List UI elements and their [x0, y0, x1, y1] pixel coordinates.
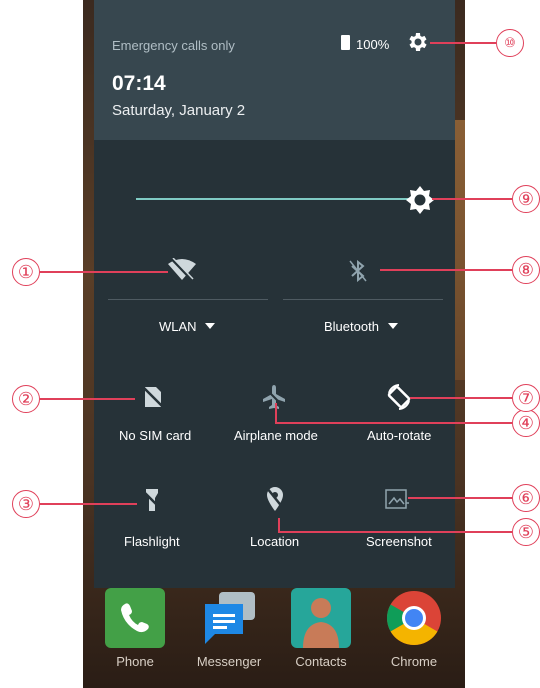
callout-9-line [432, 198, 512, 200]
callout-3: ③ [12, 490, 40, 518]
chrome-app-label[interactable]: Chrome [374, 654, 454, 669]
home-dock: Phone Messenger Contacts Chrome [83, 588, 465, 688]
callout-6-line [408, 497, 512, 499]
clock-date: Saturday, January 2 [112, 102, 246, 119]
messenger-app-icon[interactable] [199, 588, 259, 648]
wlan-divider [108, 299, 268, 300]
callout-10: ⑩ [496, 29, 524, 57]
callout-8-line [380, 269, 512, 271]
wlan-chevron-down-icon[interactable] [204, 322, 216, 330]
phone-screen: Emergency calls only 100% 07:14 Saturday… [83, 0, 465, 688]
callout-2: ② [12, 385, 40, 413]
quick-settings-panel: WLAN Bluetooth No SIM card Airplane mode… [94, 140, 455, 588]
callout-1: ① [12, 258, 40, 286]
airplane-mode-icon[interactable] [261, 384, 287, 410]
chrome-app-icon[interactable] [384, 588, 444, 648]
bluetooth-label[interactable]: Bluetooth [324, 319, 379, 334]
callout-7-line [410, 397, 512, 399]
brightness-slider[interactable] [136, 198, 420, 200]
callout-10-line [430, 42, 496, 44]
callout-6: ⑥ [512, 484, 540, 512]
screenshot-label[interactable]: Screenshot [366, 534, 432, 549]
callout-9: ⑨ [512, 185, 540, 213]
phone-app-label[interactable]: Phone [95, 654, 175, 669]
contacts-app-icon[interactable] [291, 588, 351, 648]
callout-2-line [40, 398, 135, 400]
battery-icon [341, 35, 350, 50]
no-sim-label[interactable]: No SIM card [119, 428, 191, 443]
callout-1-line [40, 271, 168, 273]
flashlight-label[interactable]: Flashlight [124, 534, 180, 549]
callout-4-vline [275, 403, 277, 423]
callout-8: ⑧ [512, 256, 540, 284]
wlan-off-icon[interactable] [167, 258, 197, 282]
flashlight-off-icon[interactable] [144, 488, 160, 512]
brightness-thumb-icon[interactable] [405, 185, 435, 215]
notification-header: Emergency calls only 100% 07:14 Saturday… [94, 0, 455, 140]
carrier-text: Emergency calls only [112, 38, 235, 53]
callout-5: ⑤ [512, 518, 540, 546]
auto-rotate-label[interactable]: Auto-rotate [367, 428, 431, 443]
wlan-label[interactable]: WLAN [159, 319, 197, 334]
screenshot-icon[interactable] [384, 487, 410, 511]
bluetooth-off-icon[interactable] [349, 260, 367, 282]
callout-4: ④ [512, 409, 540, 437]
bluetooth-chevron-down-icon[interactable] [387, 322, 399, 330]
battery-percent: 100% [356, 37, 390, 52]
airplane-mode-label[interactable]: Airplane mode [234, 428, 318, 443]
messenger-app-label[interactable]: Messenger [189, 654, 269, 669]
contacts-app-label[interactable]: Contacts [281, 654, 361, 669]
location-label[interactable]: Location [250, 534, 299, 549]
clock-time: 07:14 [112, 72, 166, 95]
callout-4-line [275, 422, 512, 424]
callout-3-line [40, 503, 137, 505]
location-off-icon[interactable] [266, 486, 284, 512]
phone-app-icon[interactable] [105, 588, 165, 648]
settings-gear-icon[interactable] [406, 30, 430, 54]
callout-7: ⑦ [512, 384, 540, 412]
bluetooth-divider [283, 299, 443, 300]
callout-5-line [278, 531, 512, 533]
no-sim-icon[interactable] [144, 386, 162, 408]
